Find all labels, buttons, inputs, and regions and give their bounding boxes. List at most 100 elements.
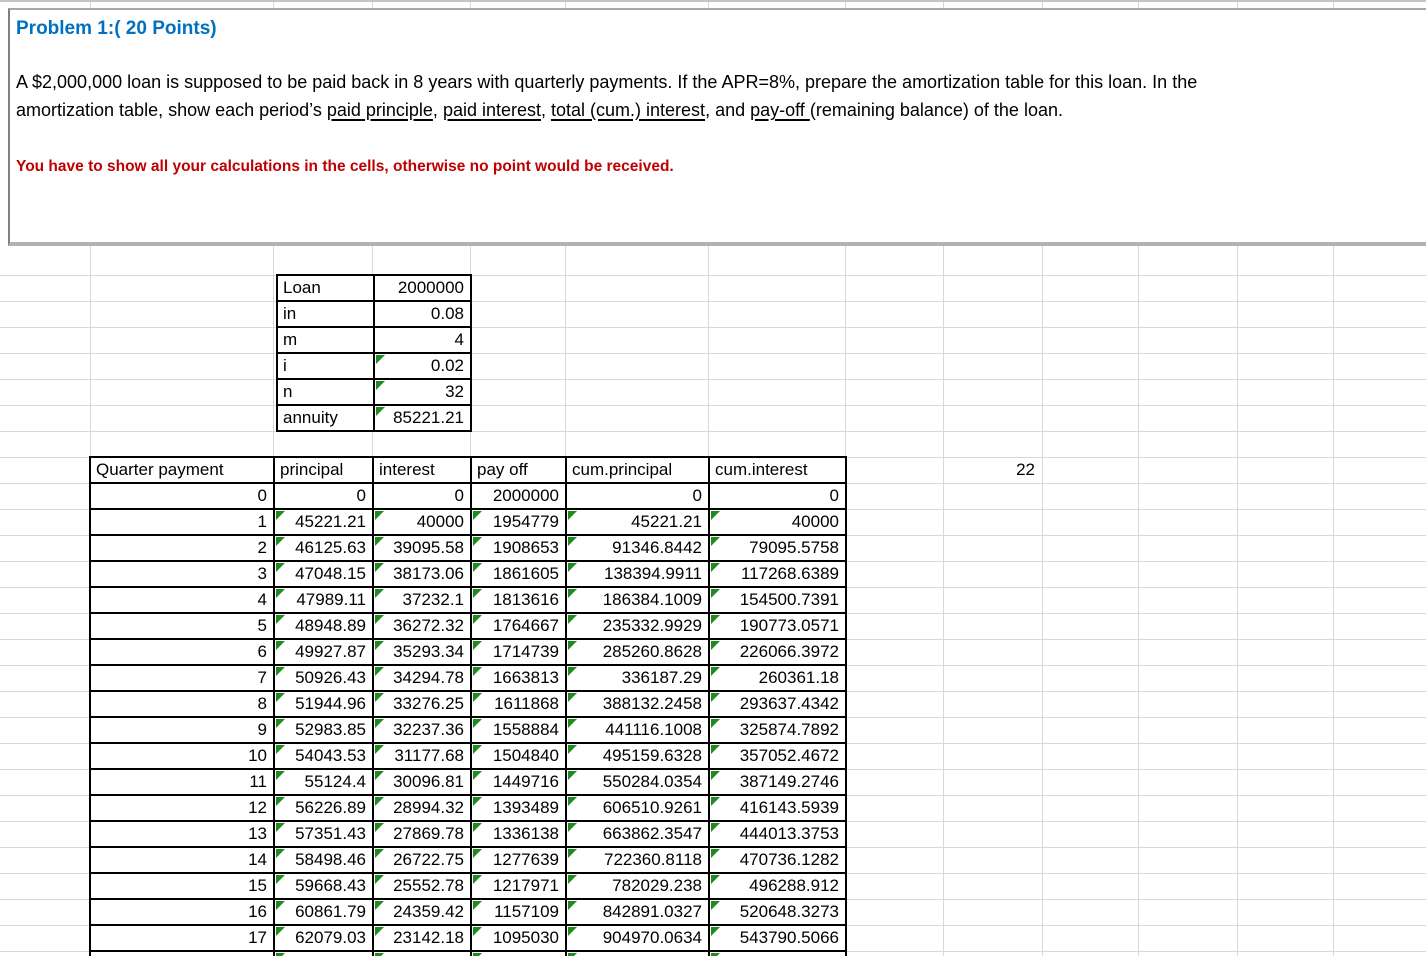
value-cell[interactable]: 48948.89 [274,613,373,639]
param-label-cell[interactable]: n [277,379,374,405]
value-cell[interactable]: 28994.32 [373,795,471,821]
value-cell[interactable]: 1217971 [471,873,566,899]
param-label-cell[interactable]: annuity [277,405,374,431]
value-cell[interactable]: 154500.7391 [709,587,846,613]
problem-text-box[interactable]: Problem 1:( 20 Points) A $2,000,000 loan… [8,8,1426,246]
quarter-cell[interactable]: 13 [90,821,274,847]
value-cell[interactable]: 54043.53 [274,743,373,769]
value-cell[interactable]: 31177.68 [373,743,471,769]
value-cell[interactable]: 1558884 [471,717,566,743]
quarter-cell[interactable]: 10 [90,743,274,769]
value-cell[interactable]: 24359.42 [373,899,471,925]
value-cell[interactable]: 1277639 [471,847,566,873]
value-cell[interactable]: 2000000 [471,483,566,509]
value-cell[interactable]: 293637.4342 [709,691,846,717]
quarter-cell[interactable]: 2 [90,535,274,561]
value-cell[interactable]: 34294.78 [373,665,471,691]
param-value-cell[interactable]: 85221.21 [374,405,471,431]
value-cell[interactable]: 470736.1282 [709,847,846,873]
value-cell[interactable]: 52983.85 [274,717,373,743]
value-cell[interactable]: 520648.3273 [709,899,846,925]
column-header-cell[interactable]: interest [373,457,471,483]
value-cell[interactable]: 226066.3972 [709,639,846,665]
quarter-cell[interactable]: 7 [90,665,274,691]
value-cell[interactable]: 550284.0354 [566,769,709,795]
value-cell[interactable]: 1504840 [471,743,566,769]
quarter-cell[interactable]: 3 [90,561,274,587]
param-value-cell[interactable]: 0.08 [374,301,471,327]
value-cell[interactable]: 25552.78 [373,873,471,899]
value-cell[interactable]: 1449716 [471,769,566,795]
value-cell[interactable]: 27869.78 [373,821,471,847]
quarter-cell[interactable]: 16 [90,899,274,925]
value-cell[interactable]: 45221.21 [566,509,709,535]
column-header-cell[interactable]: pay off [471,457,566,483]
value-cell[interactable]: 117268.6389 [709,561,846,587]
param-label-cell[interactable]: m [277,327,374,353]
value-cell[interactable]: 441116.1008 [566,717,709,743]
value-cell[interactable]: 235332.9929 [566,613,709,639]
value-cell[interactable]: 496288.912 [709,873,846,899]
value-cell[interactable]: 49927.87 [274,639,373,665]
param-value-cell[interactable]: 32 [374,379,471,405]
value-cell[interactable]: 543790.5066 [709,925,846,951]
value-cell[interactable]: 1861605 [471,561,566,587]
quarter-cell[interactable]: 6 [90,639,274,665]
value-cell[interactable]: 36272.32 [373,613,471,639]
quarter-cell[interactable]: 5 [90,613,274,639]
value-cell[interactable] [373,951,471,956]
value-cell[interactable]: 45221.21 [274,509,373,535]
quarter-cell[interactable]: 17 [90,925,274,951]
quarter-cell[interactable]: 9 [90,717,274,743]
value-cell[interactable]: 1813616 [471,587,566,613]
value-cell[interactable]: 190773.0571 [709,613,846,639]
value-cell[interactable]: 23142.18 [373,925,471,951]
value-cell[interactable] [274,951,373,956]
value-cell[interactable]: 46125.63 [274,535,373,561]
value-cell[interactable]: 40000 [373,509,471,535]
value-cell[interactable]: 1393489 [471,795,566,821]
value-cell[interactable]: 55124.4 [274,769,373,795]
value-cell[interactable]: 842891.0327 [566,899,709,925]
quarter-cell[interactable]: 15 [90,873,274,899]
value-cell[interactable]: 1611868 [471,691,566,717]
value-cell[interactable]: 325874.7892 [709,717,846,743]
value-cell[interactable]: 1764667 [471,613,566,639]
value-cell[interactable]: 26722.75 [373,847,471,873]
value-cell[interactable]: 357052.4672 [709,743,846,769]
quarter-cell[interactable]: 14 [90,847,274,873]
value-cell[interactable]: 387149.2746 [709,769,846,795]
value-cell[interactable]: 37232.1 [373,587,471,613]
value-cell[interactable]: 0 [709,483,846,509]
value-cell[interactable]: 1336138 [471,821,566,847]
value-cell[interactable]: 91346.8442 [566,535,709,561]
value-cell[interactable]: 1663813 [471,665,566,691]
value-cell[interactable]: 62079.03 [274,925,373,951]
column-header-cell[interactable]: principal [274,457,373,483]
cell-value-22[interactable]: 22 [943,457,1042,483]
param-label-cell[interactable]: in [277,301,374,327]
value-cell[interactable]: 495159.6328 [566,743,709,769]
value-cell[interactable]: 186384.1009 [566,587,709,613]
value-cell[interactable]: 1714739 [471,639,566,665]
value-cell[interactable]: 32237.36 [373,717,471,743]
param-label-cell[interactable]: i [277,353,374,379]
value-cell[interactable]: 50926.43 [274,665,373,691]
value-cell[interactable]: 904970.0634 [566,925,709,951]
value-cell[interactable] [566,951,709,956]
value-cell[interactable]: 39095.58 [373,535,471,561]
value-cell[interactable]: 444013.3753 [709,821,846,847]
param-label-cell[interactable]: Loan [277,275,374,301]
value-cell[interactable]: 606510.9261 [566,795,709,821]
param-value-cell[interactable]: 0.02 [374,353,471,379]
value-cell[interactable]: 47989.11 [274,587,373,613]
value-cell[interactable]: 1095030 [471,925,566,951]
quarter-cell[interactable] [90,951,274,956]
value-cell[interactable]: 38173.06 [373,561,471,587]
quarter-cell[interactable]: 8 [90,691,274,717]
param-value-cell[interactable]: 2000000 [374,275,471,301]
value-cell[interactable]: 1908653 [471,535,566,561]
quarter-cell[interactable]: 4 [90,587,274,613]
value-cell[interactable]: 59668.43 [274,873,373,899]
quarter-cell[interactable]: 12 [90,795,274,821]
